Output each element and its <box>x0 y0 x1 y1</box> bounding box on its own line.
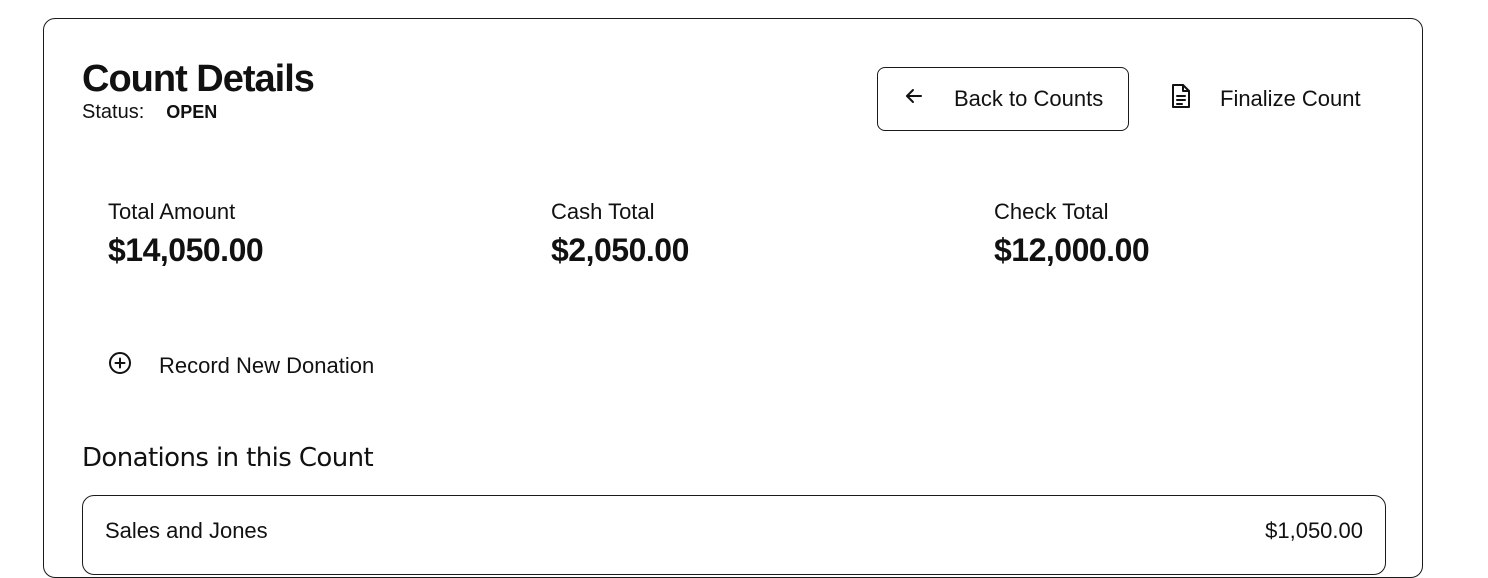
donation-amount: $1,050.00 <box>1265 518 1363 543</box>
record-new-donation-button[interactable]: Record New Donation <box>108 351 374 381</box>
stat-value: $12,000.00 <box>994 232 1150 268</box>
status-row: Status: OPEN <box>82 99 217 125</box>
stat-value: $14,050.00 <box>108 232 264 268</box>
document-icon <box>1170 83 1220 115</box>
donor-name: Sales and Jones <box>105 518 268 543</box>
stat-total-amount: Total Amount $14,050.00 <box>108 199 264 271</box>
plus-circle-icon <box>108 351 159 381</box>
stat-label: Total Amount <box>108 199 236 224</box>
finalize-count-label: Finalize Count <box>1220 86 1361 111</box>
arrow-left-icon <box>904 86 954 112</box>
status-label: Status: <box>82 101 145 123</box>
back-to-counts-label: Back to Counts <box>954 86 1104 111</box>
page-title: Count Details <box>82 58 315 100</box>
stat-check-total: Check Total $12,000.00 <box>994 199 1150 271</box>
stat-value: $2,050.00 <box>551 232 689 268</box>
finalize-count-button[interactable]: Finalize Count <box>1166 67 1361 131</box>
back-to-counts-button[interactable]: Back to Counts <box>877 67 1129 131</box>
stat-label: Cash Total <box>551 199 655 224</box>
count-details-card: Count Details Status: OPEN Back to Count… <box>43 18 1423 578</box>
stat-cash-total: Cash Total $2,050.00 <box>551 199 689 271</box>
record-new-donation-label: Record New Donation <box>159 353 375 378</box>
donations-section-title: Donations in this Count <box>82 443 374 473</box>
status-badge: OPEN <box>166 102 218 122</box>
stat-label: Check Total <box>994 199 1109 224</box>
donations-list: Sales and Jones $1,050.00 <box>82 495 1386 575</box>
